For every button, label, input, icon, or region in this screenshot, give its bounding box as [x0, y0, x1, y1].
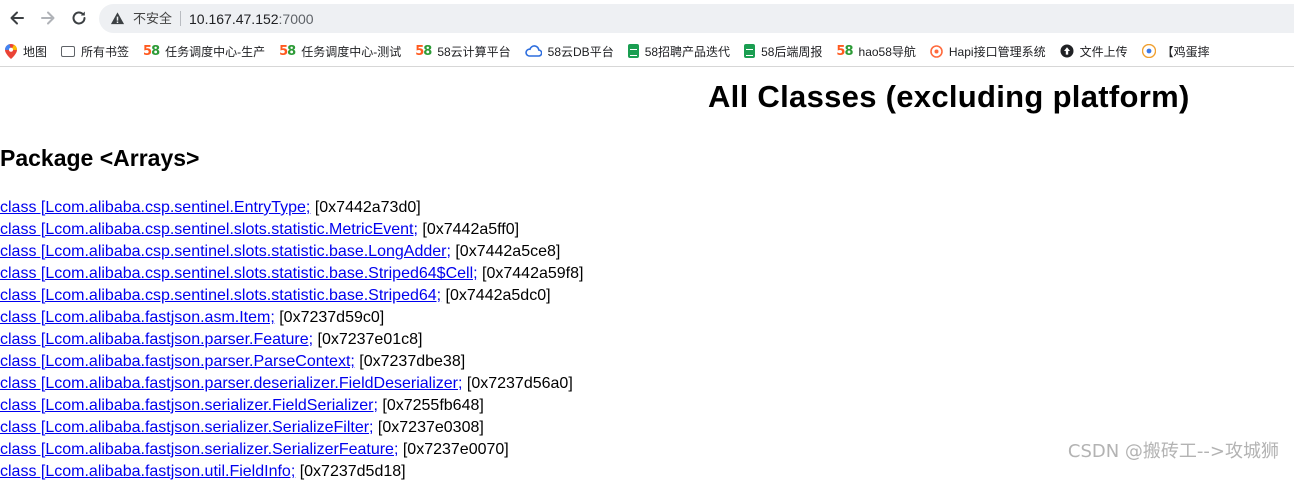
class-link[interactable]: class [Lcom.alibaba.fastjson.parser.dese… [0, 375, 462, 392]
class-link[interactable]: class [Lcom.alibaba.csp.sentinel.slots.s… [0, 221, 418, 238]
reload-button[interactable] [66, 5, 92, 31]
bookmark-label: Hapi接口管理系统 [948, 44, 1046, 59]
bookmark-scheduler-test[interactable]: 58 任务调度中心-测试 [279, 43, 401, 60]
class-address: [0x7237dbe38] [354, 353, 466, 370]
forward-button[interactable] [35, 5, 61, 31]
class-link[interactable]: class [Lcom.alibaba.fastjson.serializer.… [0, 419, 373, 436]
class-link[interactable]: class [Lcom.alibaba.fastjson.parser.Pars… [0, 353, 355, 370]
class-address: [0x7237e0070] [398, 441, 509, 458]
warning-triangle-icon[interactable] [110, 11, 126, 27]
bookmark-egg[interactable]: 【鸡蛋摔 [1141, 43, 1210, 60]
list-item: class [Lcom.alibaba.fastjson.parser.dese… [0, 373, 583, 395]
list-item: class [Lcom.alibaba.fastjson.serializer.… [0, 439, 583, 461]
bookmark-scheduler-prod[interactable]: 58 任务调度中心-生产 [143, 43, 265, 60]
list-item: class [Lcom.alibaba.fastjson.parser.Pars… [0, 351, 583, 373]
58-logo-icon: 58 [836, 43, 853, 59]
bookmark-map[interactable]: 地图 [5, 43, 47, 60]
class-address: [0x7442a5ce8] [450, 243, 561, 260]
class-address: [0x7237e01c8] [313, 331, 423, 348]
sheet-icon [627, 44, 639, 58]
bookmark-label: 任务调度中心-测试 [301, 44, 402, 59]
class-address: [0x7237d56a0] [462, 375, 573, 392]
chrome-icon [1141, 44, 1156, 58]
sheet-icon [744, 44, 756, 58]
list-item: class [Lcom.alibaba.fastjson.serializer.… [0, 395, 583, 417]
class-link[interactable]: class [Lcom.alibaba.fastjson.parser.Feat… [0, 331, 313, 348]
class-address: [0x7442a73d0] [310, 199, 421, 216]
bookmarks-bar: 地图 所有书签 58 任务调度中心-生产 58 任务调度中心-测试 58 58云… [0, 36, 1294, 67]
list-item: class [Lcom.alibaba.csp.sentinel.slots.s… [0, 241, 583, 263]
class-link[interactable]: class [Lcom.alibaba.fastjson.serializer.… [0, 397, 378, 414]
bookmark-label: hao58导航 [858, 44, 916, 59]
list-item: class [Lcom.alibaba.fastjson.serializer.… [0, 417, 583, 439]
url-host: 10.167.47.152 [189, 10, 279, 27]
list-item: class [Lcom.alibaba.csp.sentinel.EntryTy… [0, 197, 583, 219]
bookmark-58-cloud-db[interactable]: 58云DB平台 [524, 43, 614, 60]
folder-icon [61, 45, 76, 57]
bookmark-label: 58招聘产品迭代 [644, 44, 731, 59]
bookmark-file-upload[interactable]: 文件上传 [1060, 43, 1128, 60]
class-address: [0x7237d59c0] [274, 309, 385, 326]
class-address: [0x7442a5dc0] [441, 287, 551, 304]
hapi-icon [930, 44, 943, 58]
page-title: All Classes (excluding platform) [708, 79, 1190, 114]
bookmark-hapi[interactable]: Hapi接口管理系统 [930, 43, 1046, 60]
watermark: CSDN @搬砖工-->攻城狮 [1067, 441, 1279, 462]
browser-toolbar: 不安全 10.167.47.152:7000 [0, 0, 1294, 36]
class-link[interactable]: class [Lcom.alibaba.fastjson.util.FieldI… [0, 463, 295, 480]
back-button[interactable] [4, 5, 30, 31]
list-item: class [Lcom.alibaba.fastjson.util.FieldI… [0, 461, 583, 483]
bookmark-label: 文件上传 [1079, 44, 1128, 59]
package-heading: Package <Arrays> [0, 145, 200, 171]
bookmark-hao58[interactable]: 58 hao58导航 [836, 43, 915, 60]
security-label[interactable]: 不安全 [133, 11, 182, 26]
address-bar[interactable]: 不安全 10.167.47.152:7000 [99, 4, 1294, 33]
arrow-left-icon [10, 11, 24, 25]
class-list: class [Lcom.alibaba.csp.sentinel.EntryTy… [0, 197, 583, 483]
url-text[interactable]: 10.167.47.152:7000 [189, 11, 314, 27]
upload-globe-icon [1060, 44, 1074, 58]
class-address: [0x7237e0308] [373, 419, 484, 436]
bookmark-58-weekly[interactable]: 58后端周报 [744, 43, 822, 60]
cloud-db-icon [524, 45, 542, 57]
url-port: :7000 [278, 10, 314, 27]
class-address: [0x7442a5ff0] [417, 221, 520, 238]
bookmark-label: 58云DB平台 [547, 44, 614, 59]
bookmark-label: 58云计算平台 [437, 44, 511, 59]
list-item: class [Lcom.alibaba.csp.sentinel.slots.s… [0, 285, 583, 307]
class-link[interactable]: class [Lcom.alibaba.fastjson.asm.Item; [0, 309, 275, 326]
class-link[interactable]: class [Lcom.alibaba.fastjson.serializer.… [0, 441, 398, 458]
bookmark-58-cloud[interactable]: 58 58云计算平台 [415, 43, 510, 60]
class-address: [0x7442a59f8] [477, 265, 584, 282]
bookmark-label: 【鸡蛋摔 [1161, 44, 1210, 59]
class-link[interactable]: class [Lcom.alibaba.csp.sentinel.slots.s… [0, 287, 441, 304]
arrow-right-icon [41, 11, 55, 25]
58-logo-icon: 58 [415, 43, 432, 59]
list-item: class [Lcom.alibaba.fastjson.parser.Feat… [0, 329, 583, 351]
bookmark-label: 地图 [23, 44, 48, 59]
class-address: [0x7255fb648] [377, 397, 484, 414]
bookmark-label: 所有书签 [81, 44, 130, 59]
class-link[interactable]: class [Lcom.alibaba.csp.sentinel.slots.s… [0, 265, 478, 282]
list-item: class [Lcom.alibaba.csp.sentinel.slots.s… [0, 219, 583, 241]
class-address: [0x7237d5d18] [295, 463, 406, 480]
58-logo-icon: 58 [279, 43, 296, 59]
list-item: class [Lcom.alibaba.fastjson.asm.Item; [… [0, 307, 583, 329]
bookmark-label: 任务调度中心-生产 [165, 44, 266, 59]
list-item: class [Lcom.alibaba.csp.sentinel.slots.s… [0, 263, 583, 285]
reload-icon [72, 11, 86, 25]
class-link[interactable]: class [Lcom.alibaba.csp.sentinel.slots.s… [0, 243, 451, 260]
bookmark-label: 58后端周报 [761, 44, 823, 59]
class-link[interactable]: class [Lcom.alibaba.csp.sentinel.EntryTy… [0, 199, 310, 216]
map-pin-icon [5, 43, 17, 59]
bookmark-58-hiring[interactable]: 58招聘产品迭代 [627, 43, 731, 60]
bookmark-all-bookmarks[interactable]: 所有书签 [61, 43, 129, 60]
58-logo-icon: 58 [143, 43, 160, 59]
